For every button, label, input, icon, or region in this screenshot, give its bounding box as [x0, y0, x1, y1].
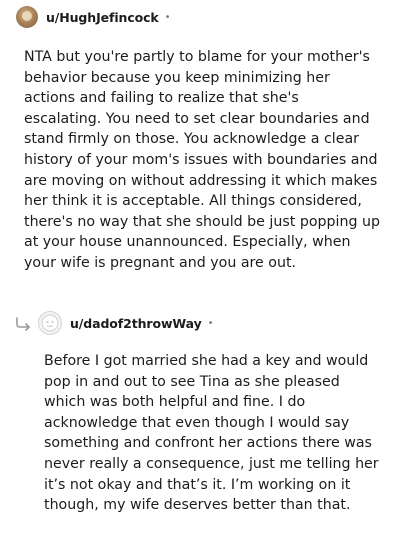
separator-dot: •: [164, 11, 171, 23]
comment-body: Before I got married she had a key and w…: [44, 353, 379, 514]
comment-body: NTA but you're partly to blame for your …: [24, 49, 380, 271]
comment-header: u/dadof2throwWay •: [0, 308, 400, 338]
comment-header: u/HughJefincock •: [0, 0, 400, 32]
comment-reply: u/dadof2throwWay • Before I got married …: [0, 308, 400, 516]
default-avatar-icon: [41, 314, 59, 332]
separator-dot: •: [207, 317, 214, 329]
reply-arrow-icon: [16, 317, 30, 331]
comment-top-level: u/HughJefincock • NTA but you're partly …: [0, 0, 400, 274]
comment-author-link[interactable]: u/HughJefincock: [46, 10, 159, 25]
comment-author-link[interactable]: u/dadof2throwWay: [70, 316, 202, 331]
avatar[interactable]: [16, 6, 38, 28]
avatar[interactable]: [38, 311, 62, 335]
